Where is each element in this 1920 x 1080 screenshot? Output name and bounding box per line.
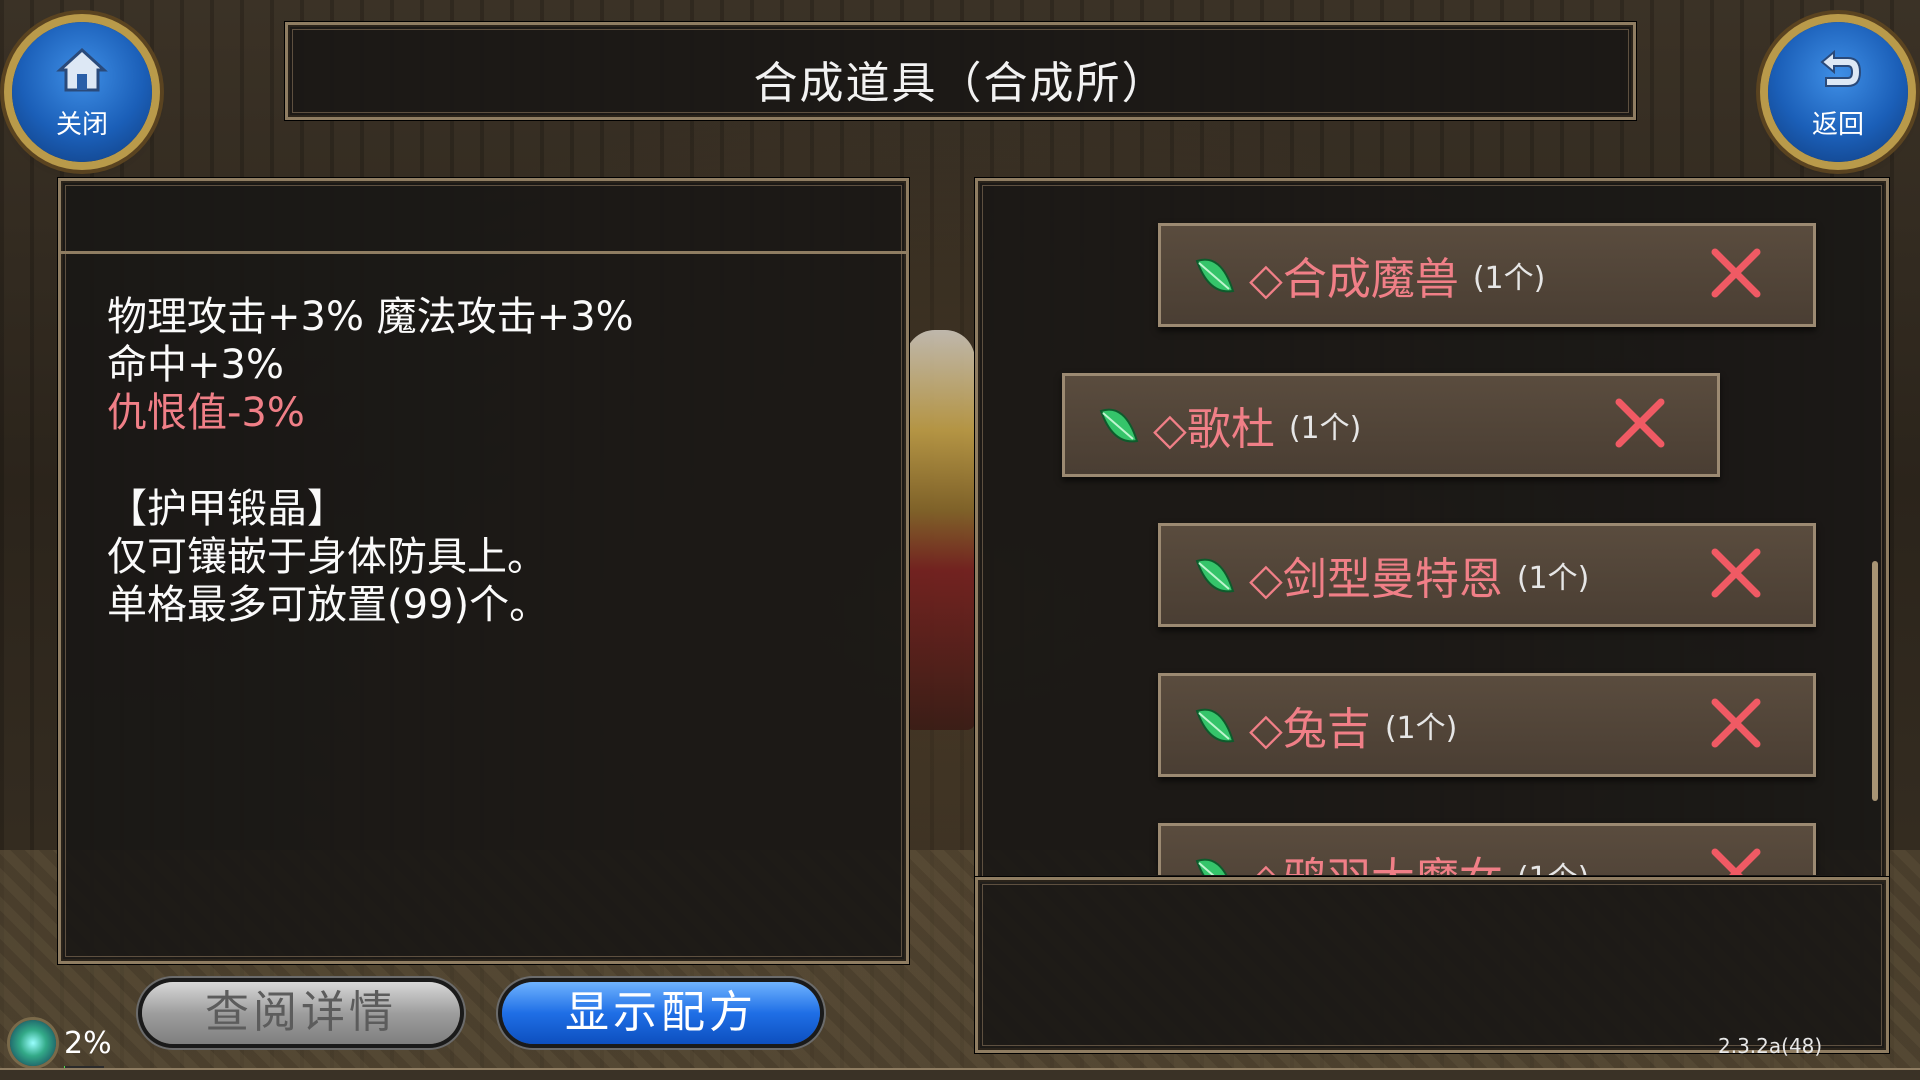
- loading-status: 2%: [10, 1020, 112, 1066]
- player-character: [905, 330, 975, 730]
- recipe-result-panel: [975, 877, 1889, 1053]
- version-label: 2.3.2a(48): [1718, 1034, 1823, 1058]
- title-bar: 合成道具（合成所）: [285, 22, 1636, 120]
- close-x-icon[interactable]: [1707, 544, 1765, 602]
- view-details-button[interactable]: 查阅详情: [142, 982, 460, 1044]
- list-scrollbar[interactable]: [1872, 561, 1878, 801]
- leaf-icon: [1195, 258, 1235, 293]
- item-description: 物理攻击+3% 魔法攻击+3% 命中+3% 仇恨值-3% 【护甲锻晶】 仅可镶嵌…: [107, 293, 634, 629]
- stat-line-hate: 仇恨值-3%: [107, 390, 305, 436]
- leaf-icon: [1195, 858, 1228, 875]
- item-count: (1个): [1516, 561, 1590, 596]
- page-title: 合成道具（合成所）: [753, 58, 1168, 109]
- item-count: (1个): [1384, 711, 1458, 746]
- item-type: 【护甲锻晶】: [107, 486, 347, 532]
- bottom-frame: [0, 1068, 1920, 1080]
- orb-icon: [10, 1020, 56, 1066]
- leaf-icon: [1195, 558, 1235, 593]
- item-name: ◇兔吉: [1249, 704, 1371, 755]
- back-button[interactable]: 返回: [1768, 22, 1908, 162]
- material-list-panel: ◇合成魔兽 (1个) ◇歌杜 (1个) ◇剑型曼特恩 (1个) ◇兔吉 (1个): [975, 178, 1889, 884]
- item-count: (1个): [1472, 261, 1546, 296]
- description-header: [61, 181, 906, 254]
- loading-percent: 2%: [64, 1025, 112, 1061]
- close-x-icon[interactable]: [1707, 694, 1765, 752]
- home-icon: [56, 47, 108, 92]
- back-button-label: 返回: [1811, 110, 1864, 140]
- item-name: ◇剑型曼特恩: [1249, 554, 1503, 605]
- list-item[interactable]: ◇鸦羽大魔女 (1个): [1158, 823, 1816, 875]
- leaf-icon: [1099, 408, 1139, 443]
- list-item[interactable]: ◇合成魔兽 (1个): [1158, 223, 1816, 327]
- item-stack-limit: 单格最多可放置(99)个。: [107, 582, 550, 628]
- material-list[interactable]: ◇合成魔兽 (1个) ◇歌杜 (1个) ◇剑型曼特恩 (1个) ◇兔吉 (1个): [978, 181, 1886, 875]
- item-name: ◇鸦羽大魔女: [1249, 843, 1503, 875]
- close-x-icon[interactable]: [1611, 394, 1669, 452]
- stat-line-attack: 物理攻击+3% 魔法攻击+3%: [107, 294, 634, 340]
- item-name: ◇歌杜: [1153, 404, 1275, 455]
- leaf-icon: [1195, 708, 1235, 743]
- close-button-label: 关闭: [55, 110, 108, 140]
- list-item[interactable]: ◇歌杜 (1个): [1062, 373, 1720, 477]
- item-count: (1个): [1288, 411, 1362, 446]
- close-x-icon[interactable]: [1707, 844, 1765, 875]
- list-item[interactable]: ◇兔吉 (1个): [1158, 673, 1816, 777]
- close-x-icon[interactable]: [1707, 244, 1765, 302]
- list-item[interactable]: ◇剑型曼特恩 (1个): [1158, 523, 1816, 627]
- show-recipe-button[interactable]: 显示配方: [502, 982, 820, 1044]
- item-restriction: 仅可镶嵌于身体防具上。: [107, 534, 547, 580]
- item-count: (1个): [1517, 853, 1590, 875]
- close-button[interactable]: 关闭: [12, 22, 152, 162]
- return-arrow-icon: [1820, 49, 1862, 87]
- item-name: ◇合成魔兽: [1249, 254, 1459, 305]
- stat-line-accuracy: 命中+3%: [107, 342, 284, 388]
- item-description-panel: 物理攻击+3% 魔法攻击+3% 命中+3% 仇恨值-3% 【护甲锻晶】 仅可镶嵌…: [58, 178, 909, 964]
